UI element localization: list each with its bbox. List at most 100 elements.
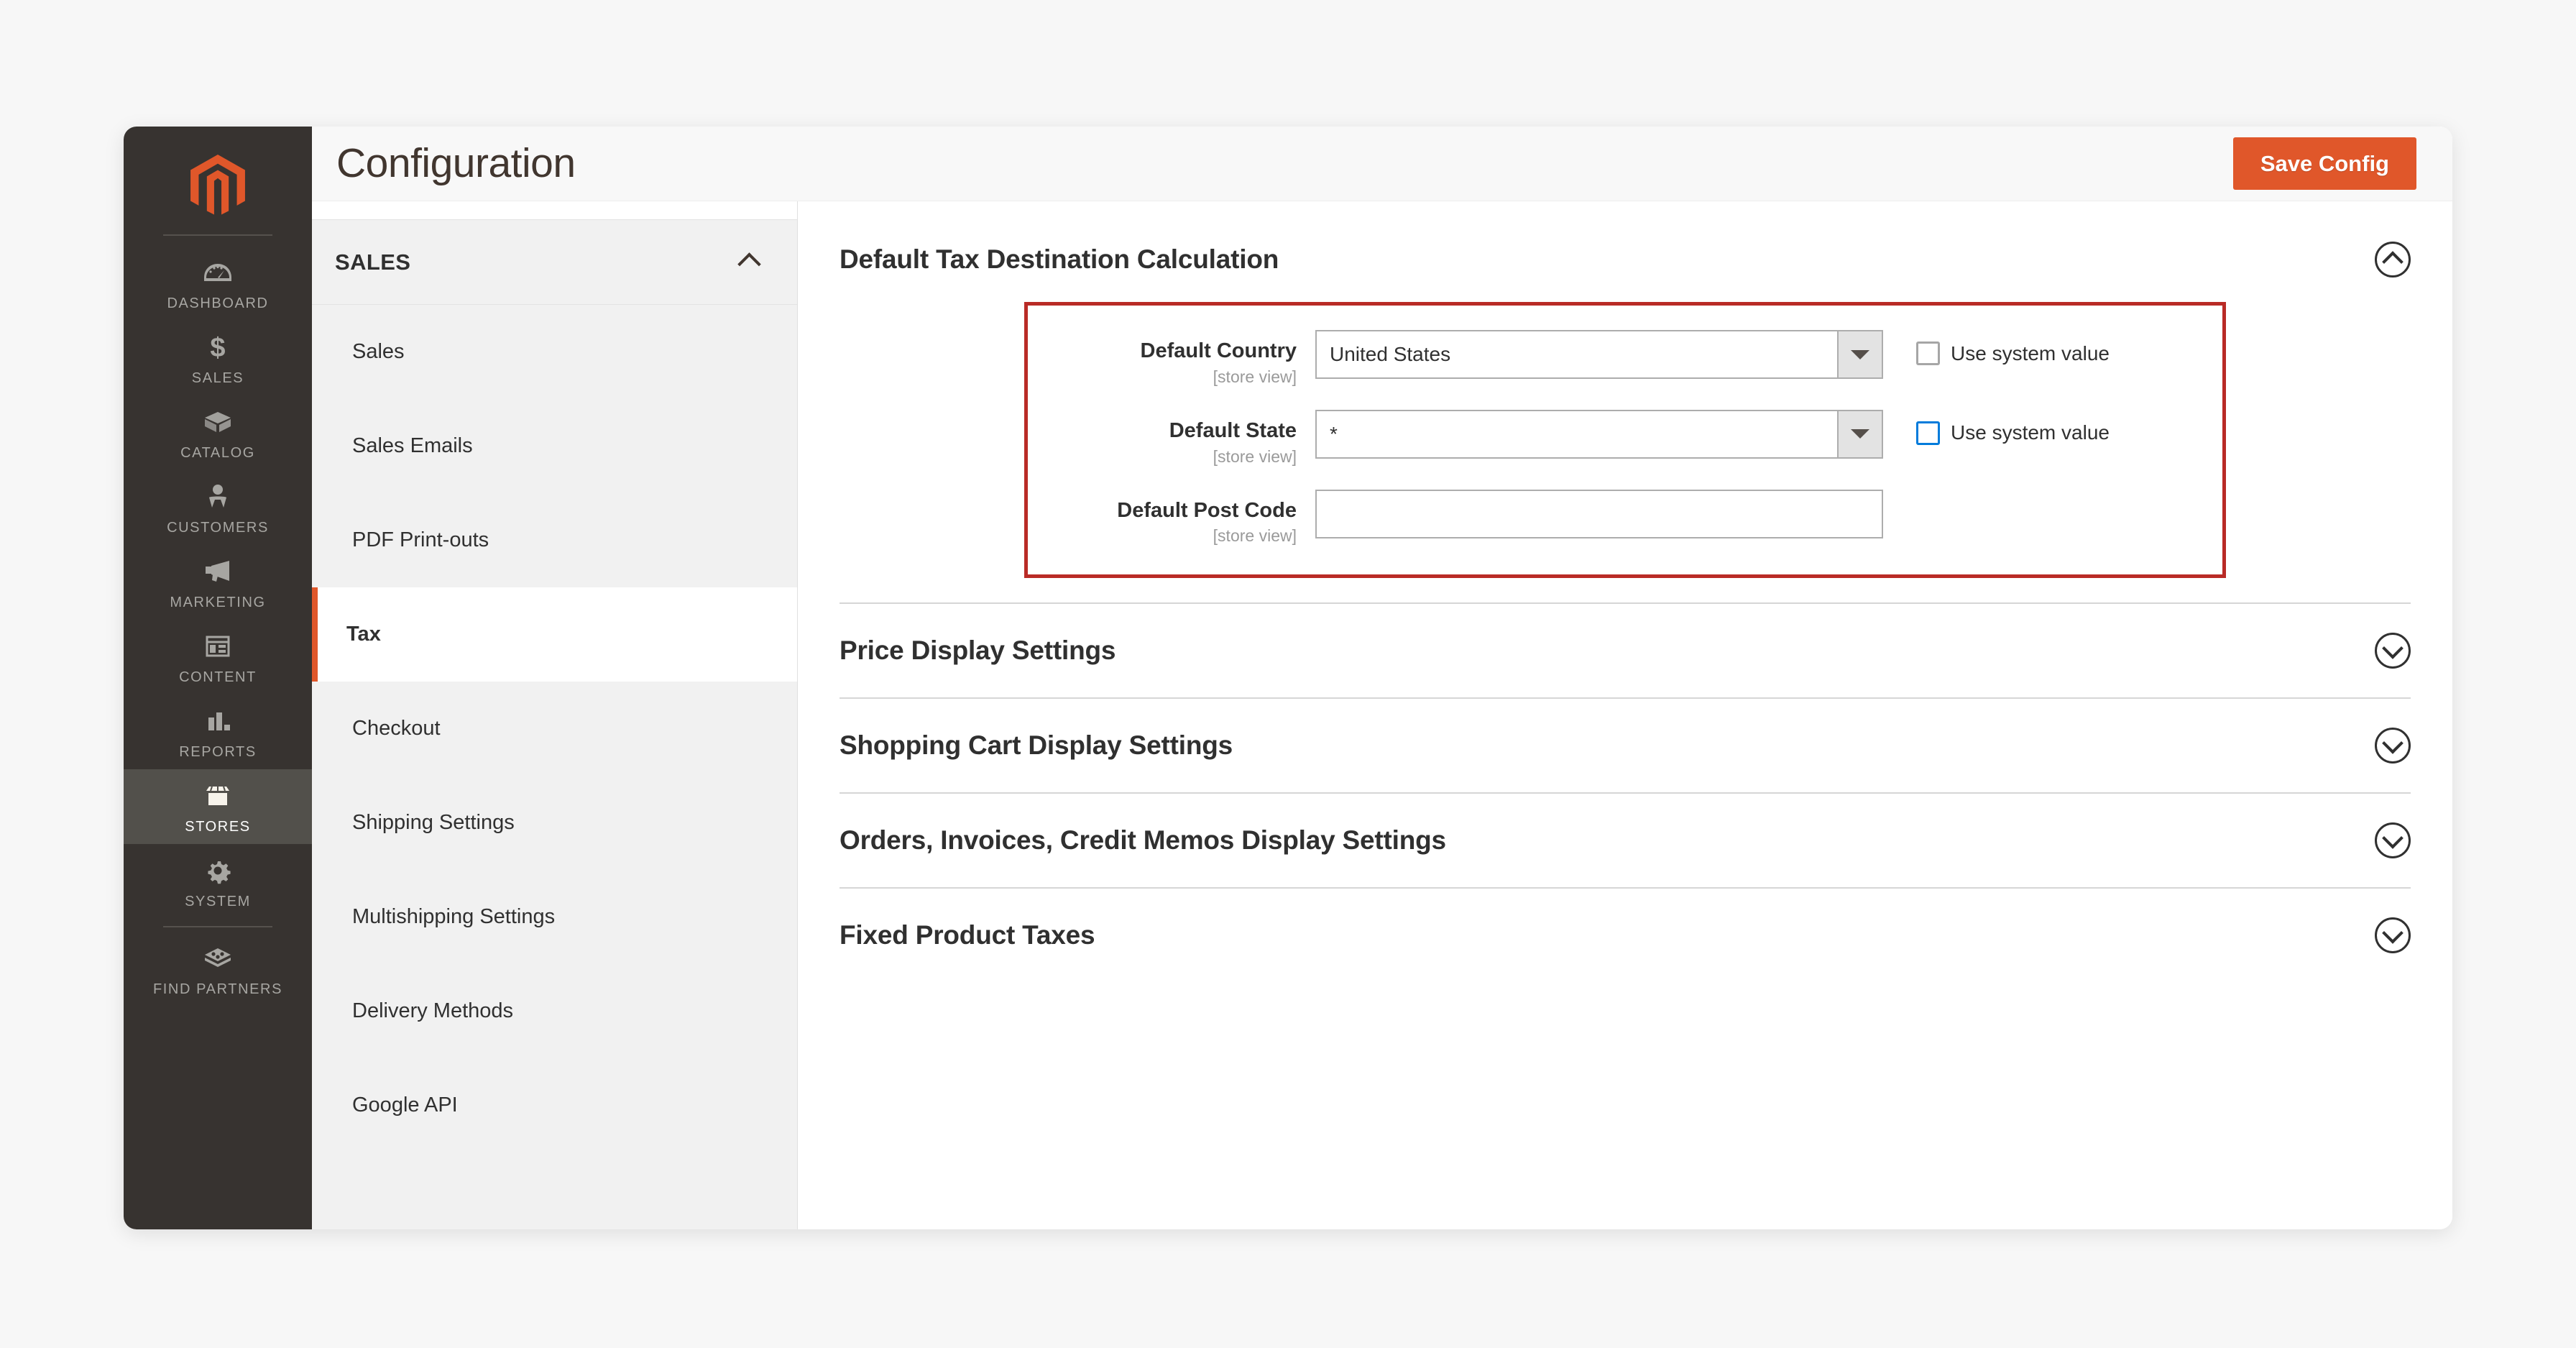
section-header-shopping-cart-display-settings[interactable]: Shopping Cart Display Settings (840, 699, 2411, 792)
default-post-code-input[interactable] (1315, 489, 1883, 538)
fields-region: Default Country [store view] United Stat… (840, 285, 2411, 602)
use-system-value-default-country[interactable]: Use system value (1916, 330, 2110, 365)
nav-item-label: Checkout (352, 717, 441, 740)
sidebar-item-sales[interactable]: $ SALES (124, 321, 312, 395)
sidebar-item-label: REPORTS (179, 744, 257, 760)
main-area: Configuration Save Config CUSTOMERS SALE… (312, 127, 2452, 1229)
nav-item-shipping-settings[interactable]: Shipping Settings (312, 776, 797, 870)
field-control-default-state: * (1315, 409, 1883, 459)
storefront-icon (200, 779, 236, 812)
default-state-select[interactable]: * (1315, 409, 1883, 459)
sidebar-item-dashboard[interactable]: DASHBOARD (124, 246, 312, 321)
nav-item-sales-emails[interactable]: Sales Emails (312, 399, 797, 493)
dashboard-gauge-icon (200, 256, 236, 289)
default-country-value: United States (1330, 343, 1451, 365)
nav-item-multishipping-settings[interactable]: Multishipping Settings (312, 870, 797, 964)
use-system-value-checkbox[interactable] (1916, 341, 1940, 365)
field-label-text: Default Country (1140, 339, 1297, 362)
nav-item-label: Google API (352, 1093, 458, 1117)
section-fixed-product-taxes: Fixed Product Taxes (840, 889, 2411, 982)
box-icon (200, 405, 236, 439)
section-header-price-display-settings[interactable]: Price Display Settings (840, 604, 2411, 697)
magento-logo-icon[interactable] (124, 141, 312, 230)
sidebar-item-find-partners[interactable]: FIND PARTNERS (124, 932, 312, 1007)
megaphone-icon (200, 555, 236, 588)
sidebar-item-label: FIND PARTNERS (152, 981, 283, 997)
sidebar-item-label: MARKETING (170, 595, 266, 610)
content-panel: Default Tax Destination Calculation Defa… (798, 201, 2452, 1229)
default-state-value: * (1330, 422, 1338, 445)
field-scope-text: [store view] (1213, 446, 1297, 466)
section-header-orders-invoices-credit-memos-display-settings[interactable]: Orders, Invoices, Credit Memos Display S… (840, 794, 2411, 887)
primary-sidebar: DASHBOARD $ SALES CATALOG CUSTOMERS MARK… (124, 127, 312, 1229)
nav-item-google-api[interactable]: Google API (312, 1058, 797, 1152)
nav-item-label: PDF Print-outs (352, 528, 489, 551)
body-area: CUSTOMERS SALES Sales Sales Emails PDF (312, 201, 2452, 1229)
sidebar-item-label: SALES (191, 370, 244, 386)
nav-item-label: Tax (346, 623, 381, 646)
chevron-up-icon (738, 256, 760, 269)
person-icon (200, 480, 236, 513)
chevron-down-circle-icon[interactable] (2375, 822, 2411, 859)
sidebar-item-marketing[interactable]: MARKETING (124, 545, 312, 620)
nav-item-delivery-methods[interactable]: Delivery Methods (312, 964, 797, 1058)
nav-item-sales[interactable]: Sales (312, 305, 797, 399)
field-label-default-state: Default State [store view] (1028, 410, 1315, 467)
use-system-value-default-state[interactable]: Use system value (1916, 410, 2110, 445)
field-row-default-state: Default State [store view] * Use system … (1028, 409, 2222, 467)
use-system-value-label: Use system value (1951, 341, 2110, 364)
sidebar-item-customers[interactable]: CUSTOMERS (124, 470, 312, 545)
sidebar-item-content[interactable]: CONTENT (124, 620, 312, 694)
triangle-down-icon[interactable] (1837, 411, 1882, 457)
highlighted-field-group: Default Country [store view] United Stat… (1024, 302, 2226, 579)
sidebar-item-label: CATALOG (180, 445, 255, 461)
sidebar-item-label: DASHBOARD (167, 295, 269, 311)
triangle-down-icon[interactable] (1837, 331, 1882, 377)
nav-group-customers[interactable]: CUSTOMERS (312, 201, 797, 220)
nav-item-label: Sales Emails (352, 434, 473, 457)
chevron-down-circle-icon[interactable] (2375, 633, 2411, 669)
page-header: Configuration Save Config (312, 127, 2452, 201)
nav-item-tax[interactable]: Tax (312, 587, 797, 682)
use-system-value-checkbox[interactable] (1916, 421, 1940, 445)
section-title: Default Tax Destination Calculation (840, 244, 1279, 274)
field-row-default-country: Default Country [store view] United Stat… (1028, 330, 2222, 387)
field-label-text: Default State (1169, 418, 1297, 442)
chevron-up-circle-icon[interactable] (2375, 242, 2411, 278)
sidebar-item-catalog[interactable]: CATALOG (124, 395, 312, 470)
chevron-down-circle-icon[interactable] (2375, 917, 2411, 954)
field-label-default-post-code: Default Post Code [store view] (1028, 490, 1315, 546)
section-title: Price Display Settings (840, 636, 1116, 666)
chevron-down-circle-icon[interactable] (2375, 728, 2411, 764)
use-system-value-label: Use system value (1951, 421, 2110, 444)
sidebar-item-stores[interactable]: STORES (124, 769, 312, 844)
sidebar-item-label: CONTENT (179, 669, 257, 685)
nav-item-label: Multishipping Settings (352, 905, 556, 928)
partners-box-icon (200, 942, 236, 975)
field-label-text: Default Post Code (1117, 498, 1297, 522)
nav-item-label: Delivery Methods (352, 999, 514, 1022)
sidebar-item-reports[interactable]: REPORTS (124, 694, 312, 769)
nav-item-pdf-print-outs[interactable]: PDF Print-outs (312, 493, 797, 587)
section-header-default-tax-destination-calculation[interactable]: Default Tax Destination Calculation (840, 234, 2411, 285)
default-country-select[interactable]: United States (1315, 330, 1883, 379)
gear-icon (200, 854, 236, 887)
save-config-button[interactable]: Save Config (2232, 137, 2416, 190)
sidebar-item-system[interactable]: SYSTEM (124, 844, 312, 919)
sidebar-item-label: SYSTEM (185, 894, 251, 909)
bar-chart-icon (200, 705, 236, 738)
nav-item-label: Sales (352, 340, 405, 363)
svg-text:$: $ (210, 333, 225, 362)
dollar-sign-icon: $ (200, 331, 236, 364)
section-header-fixed-product-taxes[interactable]: Fixed Product Taxes (840, 889, 2411, 982)
sidebar-divider-bottom (163, 926, 272, 927)
nav-group-sales[interactable]: SALES (312, 220, 797, 305)
field-label-default-country: Default Country [store view] (1028, 330, 1315, 387)
section-title: Fixed Product Taxes (840, 920, 1095, 950)
nav-item-checkout[interactable]: Checkout (312, 682, 797, 776)
field-control-default-post-code (1315, 489, 1883, 538)
section-title: Shopping Cart Display Settings (840, 730, 1233, 761)
nav-item-label: Shipping Settings (352, 811, 515, 834)
sidebar-item-label: CUSTOMERS (167, 520, 269, 536)
section-shopping-cart-display-settings: Shopping Cart Display Settings (840, 699, 2411, 794)
